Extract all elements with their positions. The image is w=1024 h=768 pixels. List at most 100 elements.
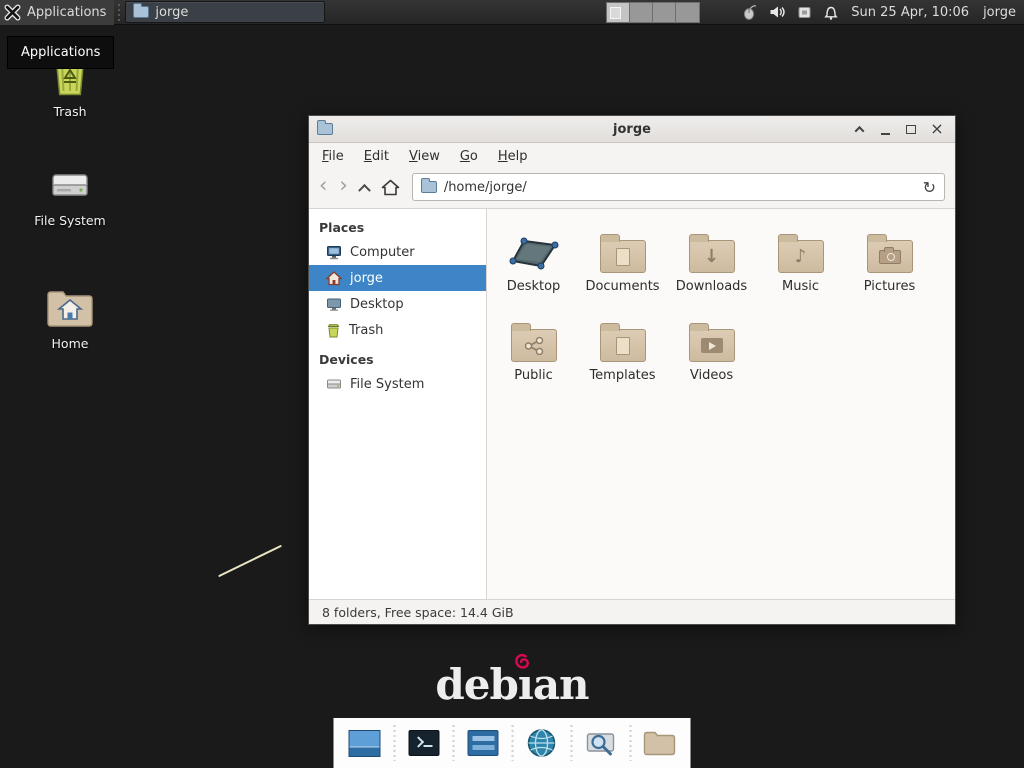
workspace-3[interactable] bbox=[653, 3, 676, 22]
titlebar[interactable]: jorge × bbox=[309, 116, 955, 143]
desktop-icon-label: Trash bbox=[53, 104, 86, 119]
file-grid: Desktop Documents ↓ bbox=[487, 209, 955, 599]
debian-swirl-icon bbox=[515, 653, 531, 669]
forward-button[interactable]: › bbox=[339, 175, 347, 196]
sidebar-item-label: jorge bbox=[350, 271, 383, 286]
stray-line-artifact bbox=[218, 545, 282, 577]
folder-templates-icon bbox=[600, 329, 646, 362]
menu-view[interactable]: View bbox=[400, 146, 449, 167]
windows-icon bbox=[467, 730, 498, 756]
taskbar-item-label: jorge bbox=[155, 5, 188, 20]
system-tray bbox=[742, 4, 839, 20]
home-button[interactable] bbox=[381, 179, 400, 196]
session-user-menu[interactable]: jorge bbox=[983, 5, 1016, 20]
logo-text-pre: deb bbox=[435, 660, 517, 709]
file-item-videos[interactable]: Videos bbox=[667, 308, 756, 383]
tooltip-text: Applications bbox=[21, 45, 100, 60]
dock-separator bbox=[570, 725, 573, 761]
folder-documents-icon bbox=[600, 240, 646, 273]
desktop-icon bbox=[326, 297, 342, 312]
back-button[interactable]: ‹ bbox=[319, 175, 327, 196]
file-item-public[interactable]: Public bbox=[489, 308, 578, 383]
file-manager-icon bbox=[643, 729, 677, 757]
sidebar-item-label: Desktop bbox=[350, 297, 404, 312]
minimize-button[interactable] bbox=[875, 119, 895, 139]
desktop-icon-label: File System bbox=[34, 213, 106, 228]
location-path[interactable]: /home/jorge/ bbox=[444, 180, 916, 195]
window-controls: × bbox=[849, 119, 947, 139]
reload-button[interactable]: ↻ bbox=[923, 178, 936, 197]
drive-icon bbox=[326, 377, 342, 391]
file-item-pictures[interactable]: Pictures bbox=[845, 219, 934, 294]
package-icon[interactable] bbox=[797, 5, 812, 20]
maximize-button[interactable] bbox=[901, 119, 921, 139]
file-item-documents[interactable]: Documents bbox=[578, 219, 667, 294]
sidebar-item-jorge[interactable]: jorge bbox=[309, 265, 486, 291]
volume-icon[interactable] bbox=[769, 4, 786, 20]
workspace-2[interactable] bbox=[630, 3, 653, 22]
menubar: File Edit View Go Help bbox=[309, 143, 955, 169]
clock[interactable]: Sun 25 Apr, 10:06 bbox=[851, 5, 969, 20]
windows-launcher[interactable] bbox=[464, 726, 502, 760]
menu-go[interactable]: Go bbox=[451, 146, 487, 167]
sidebar-header-devices: Devices bbox=[309, 347, 486, 371]
file-label: Public bbox=[514, 368, 552, 383]
workspace-4[interactable] bbox=[676, 3, 699, 22]
file-label: Desktop bbox=[507, 279, 561, 294]
menu-help[interactable]: Help bbox=[489, 146, 537, 167]
bottom-dock bbox=[334, 718, 691, 768]
folder-videos-icon bbox=[689, 329, 735, 362]
applications-icon bbox=[4, 4, 21, 21]
shade-button[interactable] bbox=[849, 119, 869, 139]
file-manager-window: jorge × File Edit View Go Help ‹ › bbox=[308, 115, 956, 625]
app-finder-icon bbox=[586, 728, 616, 758]
taskbar-item-jorge[interactable]: jorge bbox=[125, 1, 325, 23]
top-panel: Applications jorge bbox=[0, 0, 1024, 25]
sidebar-item-file-system[interactable]: File System bbox=[309, 371, 486, 397]
dock-separator bbox=[511, 725, 514, 761]
sidebar-item-label: Computer bbox=[350, 245, 415, 260]
file-item-desktop[interactable]: Desktop bbox=[489, 219, 578, 294]
home-icon bbox=[326, 271, 342, 286]
folder-music-icon: ♪ bbox=[778, 240, 824, 273]
sidebar-item-trash[interactable]: Trash bbox=[309, 317, 486, 343]
file-label: Documents bbox=[585, 279, 659, 294]
menu-file[interactable]: File bbox=[313, 146, 353, 167]
terminal-launcher[interactable] bbox=[405, 726, 443, 760]
file-item-downloads[interactable]: ↓ Downloads bbox=[667, 219, 756, 294]
desktop-icon-label: Home bbox=[52, 336, 89, 351]
toolbar: ‹ › /home/jorge/ ↻ bbox=[309, 169, 955, 209]
location-bar[interactable]: /home/jorge/ ↻ bbox=[412, 173, 945, 201]
home-folder-icon bbox=[46, 286, 94, 330]
desktop-special-icon bbox=[508, 229, 560, 273]
panel-handle[interactable] bbox=[116, 4, 121, 21]
menu-edit[interactable]: Edit bbox=[355, 146, 398, 167]
workspace-1[interactable] bbox=[607, 3, 630, 22]
file-item-templates[interactable]: Templates bbox=[578, 308, 667, 383]
sidebar: Places Computer jorge bbox=[309, 209, 487, 599]
desktop-icon-file-system[interactable]: File System bbox=[18, 163, 122, 228]
file-item-music[interactable]: ♪ Music bbox=[756, 219, 845, 294]
web-browser-icon bbox=[527, 728, 557, 758]
desktop-icon-home[interactable]: Home bbox=[18, 286, 122, 351]
web-browser-launcher[interactable] bbox=[523, 726, 561, 760]
window-content: Places Computer jorge bbox=[309, 209, 955, 599]
drive-icon bbox=[48, 163, 92, 207]
mouse-icon[interactable] bbox=[742, 4, 758, 20]
dock-separator bbox=[393, 725, 396, 761]
dock-separator bbox=[452, 725, 455, 761]
bell-icon[interactable] bbox=[823, 4, 839, 20]
trash-icon bbox=[326, 323, 341, 338]
workspace-pager[interactable] bbox=[606, 2, 700, 23]
close-button[interactable]: × bbox=[927, 119, 947, 139]
up-button[interactable] bbox=[360, 183, 369, 192]
app-finder-launcher[interactable] bbox=[582, 726, 620, 760]
sidebar-item-desktop[interactable]: Desktop bbox=[309, 291, 486, 317]
sidebar-item-computer[interactable]: Computer bbox=[309, 239, 486, 265]
applications-menu-button[interactable]: Applications bbox=[0, 0, 114, 25]
file-manager-launcher[interactable] bbox=[641, 726, 679, 760]
desktop: Applications jorge bbox=[0, 0, 1024, 768]
show-desktop-button[interactable] bbox=[346, 726, 384, 760]
folder-icon bbox=[421, 181, 437, 193]
sidebar-item-label: File System bbox=[350, 377, 424, 392]
